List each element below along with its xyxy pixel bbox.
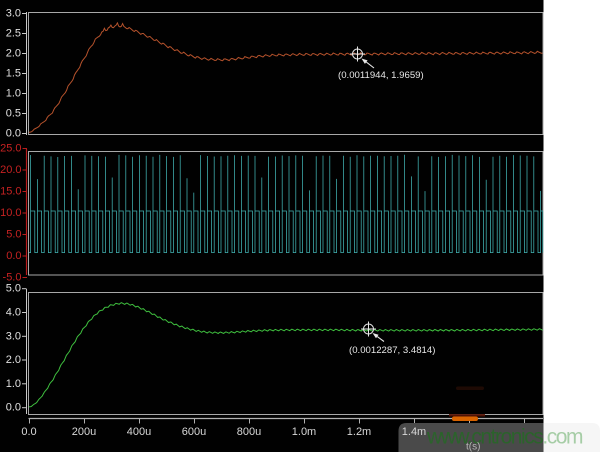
svg-text:15.0: 15.0 xyxy=(0,186,21,198)
svg-text:3.0: 3.0 xyxy=(6,330,21,342)
svg-text:1.2m: 1.2m xyxy=(347,426,371,438)
svg-text:20.0: 20.0 xyxy=(0,164,21,176)
svg-text:0.0: 0.0 xyxy=(21,426,36,438)
svg-text:0.0: 0.0 xyxy=(6,402,21,414)
svg-text:2.0: 2.0 xyxy=(6,48,21,60)
svg-text:600u: 600u xyxy=(182,426,206,438)
svg-text:2.5: 2.5 xyxy=(6,28,21,40)
svg-text:(0.0012287, 3.4814): (0.0012287, 3.4814) xyxy=(349,345,435,356)
svg-text:0.0: 0.0 xyxy=(6,128,21,140)
svg-text:1.4m: 1.4m xyxy=(402,426,426,438)
svg-text:200u: 200u xyxy=(72,426,96,438)
svg-text:1.0m: 1.0m xyxy=(292,426,316,438)
svg-text:2.0: 2.0 xyxy=(6,354,21,366)
svg-text:5.0: 5.0 xyxy=(6,229,21,241)
svg-text:25.0: 25.0 xyxy=(0,143,21,155)
svg-text:0.0: 0.0 xyxy=(6,250,21,262)
svg-text:(0.0011944, 1.9659): (0.0011944, 1.9659) xyxy=(338,70,424,81)
svg-text:0.5: 0.5 xyxy=(6,108,21,120)
svg-text:10.0: 10.0 xyxy=(0,207,21,219)
svg-text:800u: 800u xyxy=(237,426,261,438)
svg-text:1.0: 1.0 xyxy=(6,88,21,100)
svg-text:5.0: 5.0 xyxy=(6,283,21,295)
svg-text:400u: 400u xyxy=(127,426,151,438)
svg-text:1.0: 1.0 xyxy=(6,378,21,390)
svg-text:4.0: 4.0 xyxy=(6,307,21,319)
svg-text:3.0: 3.0 xyxy=(6,8,21,20)
svg-text:-5.0: -5.0 xyxy=(3,272,22,284)
svg-text:1.5: 1.5 xyxy=(6,68,21,80)
svg-text:t(s): t(s) xyxy=(466,442,480,452)
